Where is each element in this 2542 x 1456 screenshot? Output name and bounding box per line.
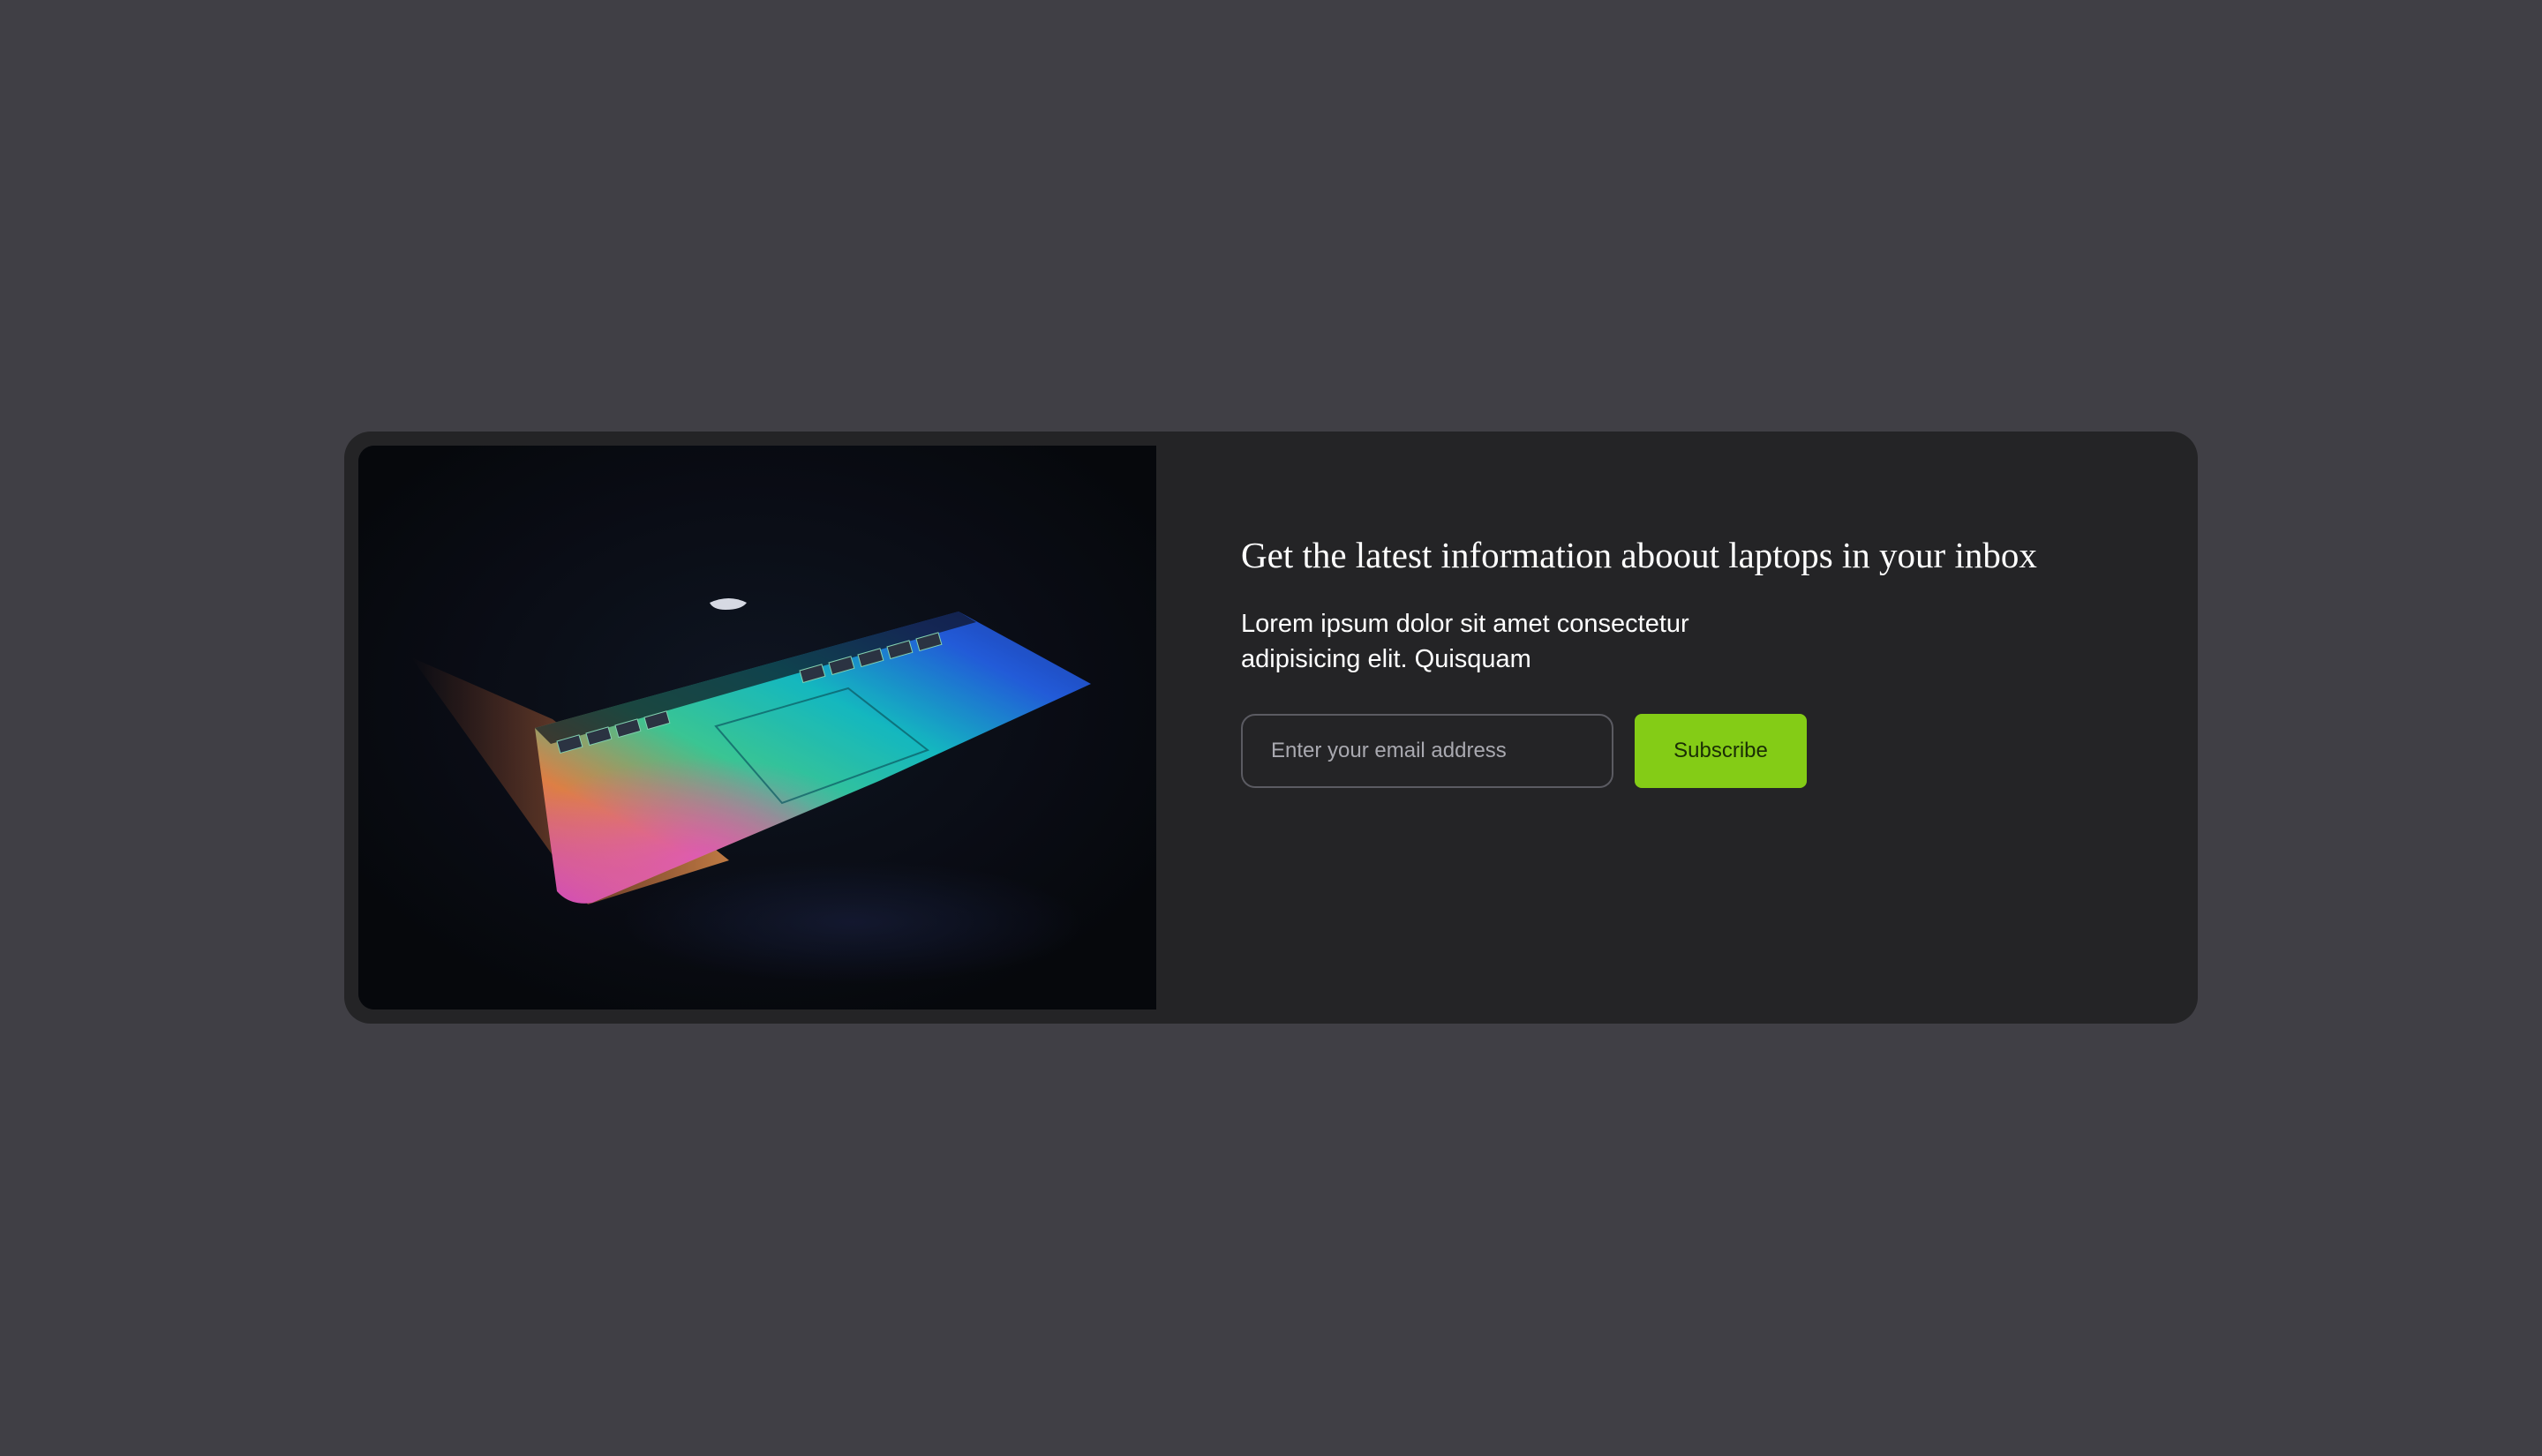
subscribe-form: Subscribe [1241,714,1807,788]
newsletter-headline: Get the latest information aboout laptop… [1241,535,2037,575]
newsletter-card: Get the latest information aboout laptop… [344,432,2198,1024]
laptop-image [358,446,1156,1009]
subscribe-button[interactable]: Subscribe [1635,714,1807,788]
newsletter-description: Lorem ipsum dolor sit amet consectetur a… [1241,610,1689,673]
laptop-illustration [358,446,1156,1009]
newsletter-content: Get the latest information aboout laptop… [1241,432,2198,1024]
email-input[interactable] [1241,714,1613,788]
